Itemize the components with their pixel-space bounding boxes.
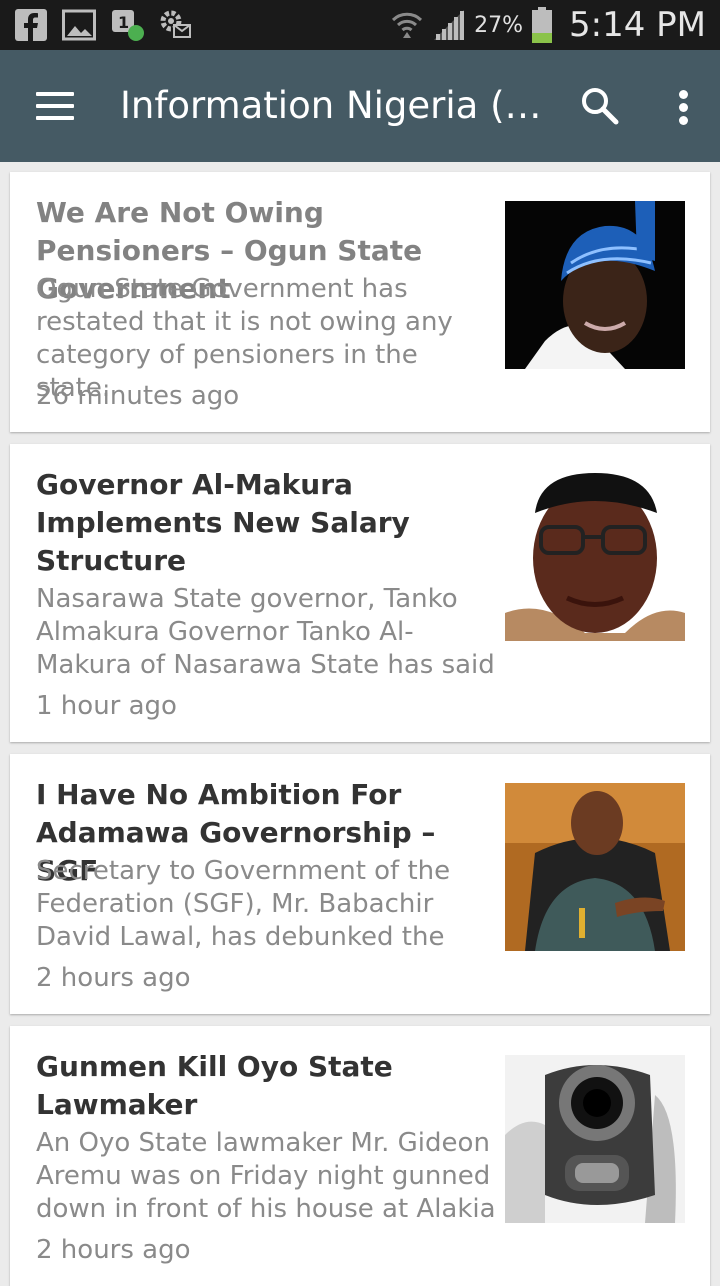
list-item[interactable]: Gunmen Kill Oyo State Lawmaker An Oyo St… bbox=[10, 1026, 710, 1286]
article-thumbnail bbox=[505, 473, 685, 641]
article-time: 26 minutes ago bbox=[36, 381, 240, 411]
facebook-icon bbox=[14, 8, 48, 42]
system-indicators: 27% 5:14 PM bbox=[390, 0, 706, 50]
list-item[interactable]: Governor Al-Makura Implements New Salary… bbox=[10, 444, 710, 742]
article-summary: An Oyo State lawmaker Mr. Gideon Aremu w… bbox=[36, 1128, 496, 1224]
status-bar: 1 27% 5:14 PM bbox=[0, 0, 720, 50]
article-time: 2 hours ago bbox=[36, 963, 191, 993]
search-icon[interactable] bbox=[578, 84, 622, 128]
gallery-icon bbox=[62, 8, 96, 42]
list-item[interactable]: I Have No Ambition For Adamawa Governors… bbox=[10, 754, 710, 1014]
notification-icons: 1 bbox=[14, 8, 192, 42]
list-item[interactable]: We Are Not Owing Pensioners – Ogun State… bbox=[10, 172, 710, 432]
article-title: Governor Al-Makura Implements New Salary… bbox=[36, 468, 410, 577]
menu-icon[interactable] bbox=[36, 92, 74, 120]
article-time: 1 hour ago bbox=[36, 691, 177, 721]
signal-icon bbox=[434, 10, 465, 40]
article-thumbnail bbox=[505, 1055, 685, 1223]
wifi-icon bbox=[392, 12, 423, 38]
app-toolbar: Information Nigeria (1… bbox=[0, 50, 720, 162]
clock: 5:14 PM bbox=[569, 5, 706, 45]
settings-notification-icon bbox=[158, 8, 192, 42]
article-thumbnail bbox=[505, 201, 685, 369]
article-summary: Nasarawa State governor, Tanko Almakura … bbox=[36, 584, 495, 680]
article-summary: Secretary to Government of the Federatio… bbox=[36, 856, 451, 952]
chat-notification-icon: 1 bbox=[110, 8, 144, 42]
svg-text:1: 1 bbox=[118, 13, 129, 32]
article-time: 2 hours ago bbox=[36, 1235, 191, 1265]
app-title: Information Nigeria (1… bbox=[120, 84, 550, 127]
article-thumbnail bbox=[505, 783, 685, 951]
article-title: Gunmen Kill Oyo State Lawmaker bbox=[36, 1050, 393, 1121]
battery-icon bbox=[532, 7, 552, 43]
battery-percentage: 27% bbox=[474, 12, 523, 38]
more-options-icon[interactable] bbox=[672, 88, 696, 128]
